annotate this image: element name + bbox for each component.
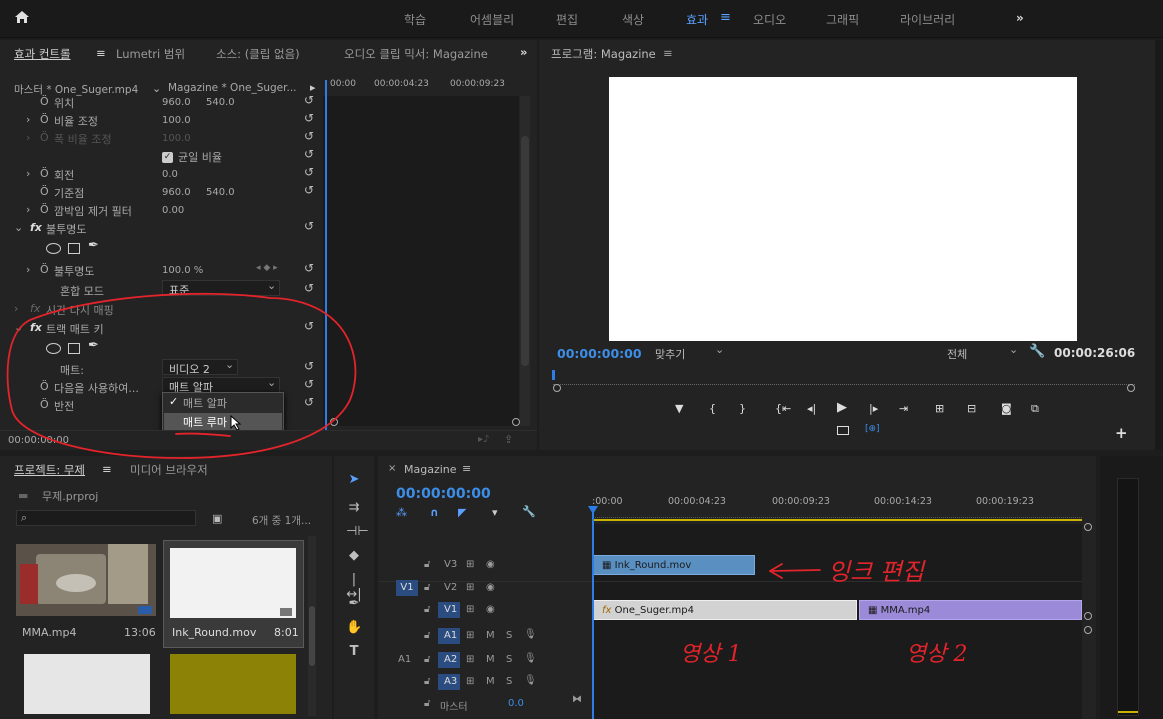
red-arrow-annotation bbox=[769, 563, 821, 579]
annotation-video1: 영상 1 bbox=[680, 642, 742, 667]
annotation-video2: 영상 2 bbox=[906, 642, 968, 667]
annotation-ink-edit: 잉크 편집 bbox=[828, 558, 924, 586]
red-annotations bbox=[6, 292, 821, 579]
red-underline-annotation bbox=[175, 432, 231, 437]
